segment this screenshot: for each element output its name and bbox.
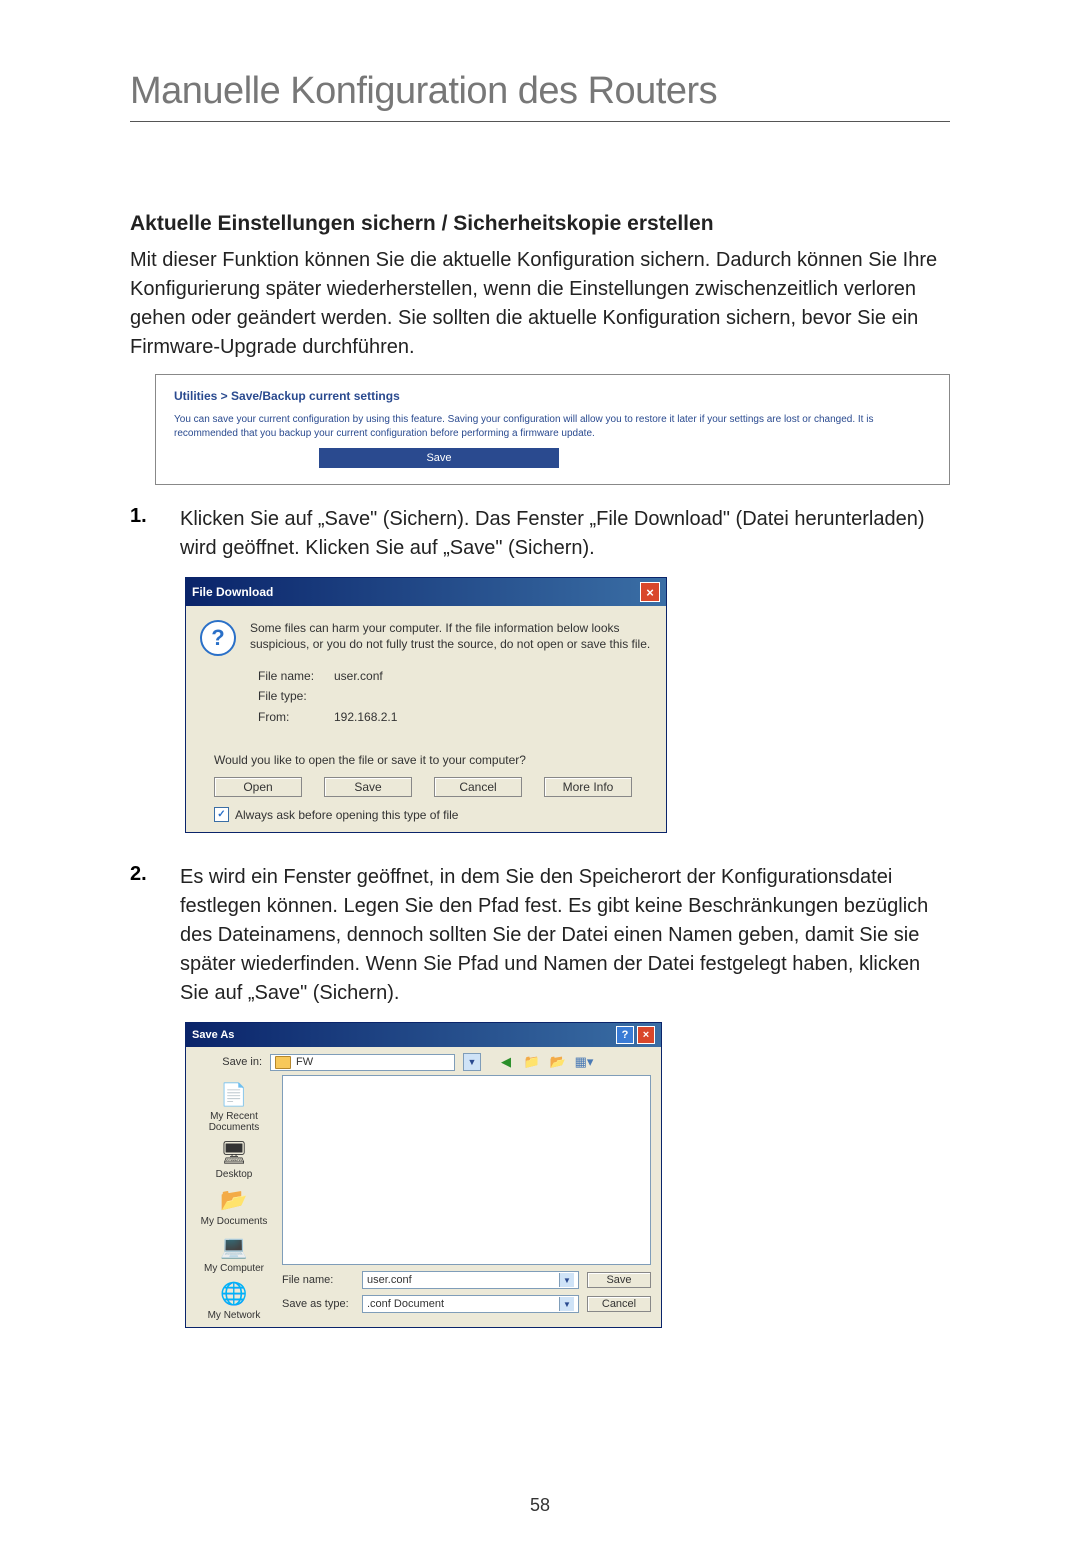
utilities-breadcrumb: Utilities > Save/Backup current settings: [174, 389, 931, 403]
question-icon: ?: [200, 620, 236, 656]
step-number: 2.: [130, 863, 152, 1008]
open-button[interactable]: Open: [214, 777, 302, 797]
dialog-title: Save As: [192, 1029, 234, 1041]
page-title: Manuelle Konfiguration des Routers: [130, 70, 950, 113]
place-desktop[interactable]: 🖥Desktop: [186, 1137, 282, 1182]
back-icon[interactable]: ◀: [497, 1053, 515, 1071]
warning-text: Some files can harm your computer. If th…: [250, 620, 652, 652]
cancel-button[interactable]: Cancel: [587, 1296, 651, 1312]
utilities-description: You can save your current configuration …: [174, 413, 931, 440]
filename-value: user.conf: [334, 666, 383, 686]
save-in-label: Save in:: [204, 1056, 262, 1068]
new-folder-icon[interactable]: 📂: [549, 1053, 567, 1071]
dialog-titlebar: Save As ? ×: [186, 1023, 661, 1047]
close-icon[interactable]: ×: [637, 1026, 655, 1044]
chevron-down-icon[interactable]: ▼: [559, 1297, 574, 1311]
step-text: Klicken Sie auf „Save" (Sichern). Das Fe…: [180, 505, 950, 563]
intro-paragraph: Mit dieser Funktion können Sie die aktue…: [130, 246, 950, 362]
places-bar: 📄My Recent Documents 🖥Desktop 📂My Docume…: [186, 1075, 282, 1327]
always-ask-label: Always ask before opening this type of f…: [235, 808, 458, 822]
filename-label: File name:: [258, 666, 324, 686]
step-number: 1.: [130, 505, 152, 563]
more-info-button[interactable]: More Info: [544, 777, 632, 797]
computer-icon: 💻: [218, 1233, 250, 1261]
section-heading: Aktuelle Einstellungen sichern / Sicherh…: [130, 212, 950, 236]
save-button[interactable]: Save: [324, 777, 412, 797]
desktop-icon: 🖥: [218, 1139, 250, 1167]
network-icon: 🌐: [218, 1280, 250, 1308]
place-network[interactable]: 🌐My Network: [186, 1278, 282, 1323]
save-as-type-dropdown[interactable]: .conf Document▼: [362, 1295, 579, 1313]
up-one-level-icon[interactable]: 📁: [523, 1053, 541, 1071]
chevron-down-icon[interactable]: ▼: [463, 1053, 481, 1071]
folder-name: FW: [296, 1056, 313, 1068]
place-recent[interactable]: 📄My Recent Documents: [186, 1079, 282, 1135]
always-ask-checkbox[interactable]: ✓: [214, 807, 229, 822]
file-list[interactable]: [282, 1075, 651, 1265]
save-in-dropdown[interactable]: FW: [270, 1054, 455, 1071]
save-as-type-label: Save as type:: [282, 1298, 354, 1310]
open-or-save-question: Would you like to open the file or save …: [214, 753, 652, 767]
folder-icon: [275, 1056, 291, 1069]
recent-documents-icon: 📄: [218, 1081, 250, 1109]
utilities-panel: Utilities > Save/Backup current settings…: [155, 374, 950, 485]
dialog-title: File Download: [192, 585, 273, 599]
step-1: 1. Klicken Sie auf „Save" (Sichern). Das…: [130, 505, 950, 563]
save-button[interactable]: Save: [587, 1272, 651, 1288]
filetype-label: File type:: [258, 686, 324, 706]
place-computer[interactable]: 💻My Computer: [186, 1231, 282, 1276]
close-icon[interactable]: ×: [640, 582, 660, 602]
chevron-down-icon[interactable]: ▼: [559, 1273, 574, 1287]
cancel-button[interactable]: Cancel: [434, 777, 522, 797]
filename-input[interactable]: user.conf▼: [362, 1271, 579, 1289]
step-text: Es wird ein Fenster geöffnet, in dem Sie…: [180, 863, 950, 1008]
filename-label: File name:: [282, 1274, 354, 1286]
page-number: 58: [0, 1495, 1080, 1516]
dialog-titlebar: File Download ×: [186, 578, 666, 606]
title-rule: [130, 121, 950, 122]
views-icon[interactable]: ▦▾: [575, 1053, 593, 1071]
documents-icon: 📂: [218, 1186, 250, 1214]
from-label: From:: [258, 707, 324, 727]
place-documents[interactable]: 📂My Documents: [186, 1184, 282, 1229]
file-download-dialog: File Download × ? Some files can harm yo…: [185, 577, 667, 833]
save-button[interactable]: Save: [319, 448, 559, 468]
help-icon[interactable]: ?: [616, 1026, 634, 1044]
step-2: 2. Es wird ein Fenster geöffnet, in dem …: [130, 863, 950, 1008]
save-as-dialog: Save As ? × Save in: FW ▼ ◀ 📁 📂 ▦▾ 📄My R…: [185, 1022, 662, 1328]
from-value: 192.168.2.1: [334, 707, 397, 727]
